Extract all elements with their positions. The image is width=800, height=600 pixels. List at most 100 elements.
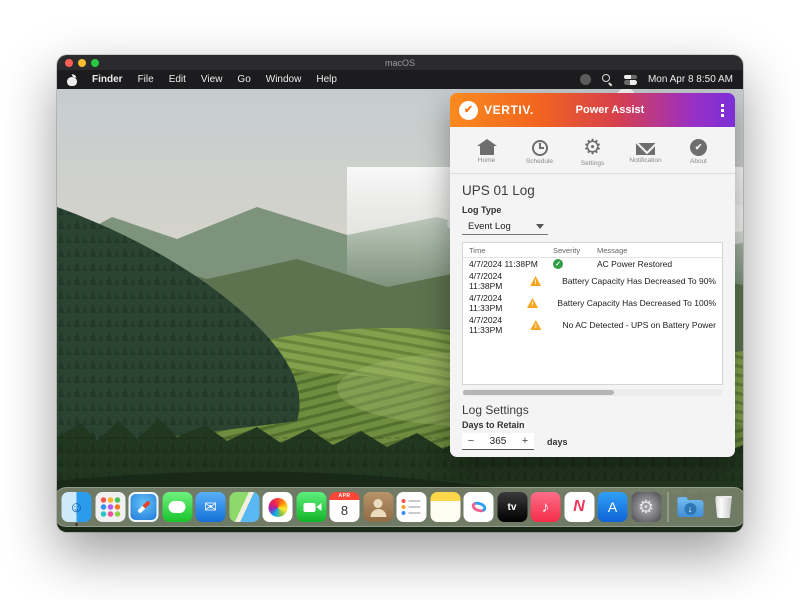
- nav-label: Home: [478, 157, 495, 164]
- menu-item[interactable]: Window: [266, 74, 302, 85]
- app-nav: Home Schedule ⚙ Settings Notifica: [450, 127, 735, 171]
- column-message: Message: [597, 246, 716, 255]
- log-message: Battery Capacity Has Decreased To 90%: [562, 276, 716, 286]
- about-vertiv-icon: [690, 139, 707, 156]
- menu-item[interactable]: Edit: [169, 74, 186, 85]
- calendar-icon[interactable]: 8 APR: [330, 492, 360, 522]
- menu-items: Finder File Edit View Go Window Help: [67, 74, 337, 86]
- column-severity: Severity: [553, 246, 597, 255]
- safari-icon[interactable]: [129, 492, 159, 522]
- log-time: 4/7/2024 11:33PM: [469, 315, 530, 335]
- vertiv-logo-icon: [459, 101, 478, 120]
- control-center-icon[interactable]: [624, 75, 637, 85]
- app-content: UPS 01 Log Log Type Event Log Time Sever…: [450, 183, 735, 450]
- table-body: 4/7/2024 11:38PM ✓ AC Power Restored 4/7…: [463, 258, 722, 336]
- increment-button[interactable]: +: [516, 434, 534, 449]
- menu-item[interactable]: View: [201, 74, 223, 85]
- notification-envelope-icon: [636, 143, 655, 155]
- macos-menu-bar: Finder File Edit View Go Window Help Mon…: [57, 70, 743, 89]
- downloads-folder-icon[interactable]: ↓: [675, 492, 705, 522]
- reminders-icon[interactable]: [397, 492, 427, 522]
- scrollbar-thumb[interactable]: [463, 390, 614, 395]
- dock-separator[interactable]: [668, 492, 669, 522]
- home-icon: [480, 146, 494, 155]
- macos-vm-window: macOS Finder File Edit View Go Window He…: [57, 55, 743, 532]
- system-settings-icon[interactable]: ⚙: [631, 492, 661, 522]
- news-icon[interactable]: N: [564, 492, 594, 522]
- menu-item[interactable]: Help: [316, 74, 337, 85]
- music-icon[interactable]: ♪: [531, 492, 561, 522]
- desktop: VERTIV. Power Assist Home Schedule: [57, 89, 743, 532]
- severity-icon: !: [530, 320, 541, 330]
- table-row: 4/7/2024 11:33PM ! No AC Detected - UPS …: [463, 314, 722, 336]
- popover-arrow: [617, 89, 635, 93]
- page-title: UPS 01 Log: [462, 183, 723, 198]
- log-time: 4/7/2024 11:38PM: [469, 271, 530, 291]
- launchpad-icon[interactable]: [95, 492, 125, 522]
- menu-item[interactable]: File: [138, 74, 154, 85]
- notes-icon[interactable]: [430, 492, 460, 522]
- schedule-clock-icon: [532, 140, 548, 156]
- nav-item[interactable]: About: [672, 130, 725, 171]
- table-row: 4/7/2024 11:33PM ! Battery Capacity Has …: [463, 292, 722, 314]
- severity-icon: ✓: [553, 259, 563, 269]
- contacts-icon[interactable]: [363, 492, 393, 522]
- log-message: No AC Detected - UPS on Battery Power: [562, 320, 716, 330]
- app-title: Power Assist: [555, 104, 665, 116]
- freeform-icon[interactable]: [464, 492, 494, 522]
- table-row: 4/7/2024 11:38PM ✓ AC Power Restored: [463, 258, 722, 270]
- days-unit-label: days: [547, 437, 568, 447]
- mail-icon[interactable]: ✉: [196, 492, 226, 522]
- window-titlebar[interactable]: macOS: [57, 55, 743, 70]
- chevron-down-icon: [536, 224, 544, 229]
- settings-gear-icon: ⚙: [583, 137, 602, 158]
- dock: ☺ ✉: [57, 487, 743, 527]
- app-store-icon[interactable]: A: [598, 492, 628, 522]
- nav-label: Notification: [629, 157, 661, 164]
- severity-icon: !: [527, 298, 538, 308]
- days-stepper-row: − 365 + days: [462, 433, 723, 450]
- severity-icon: !: [530, 276, 541, 286]
- horizontal-scrollbar: [462, 389, 723, 396]
- days-to-retain-label: Days to Retain: [462, 420, 723, 430]
- app-header: VERTIV. Power Assist: [450, 93, 735, 127]
- nav-label: About: [690, 158, 707, 165]
- menu-clock[interactable]: Mon Apr 8 8:50 AM: [648, 74, 733, 85]
- quantity-stepper: − 365 +: [462, 433, 534, 450]
- nav-label: Settings: [581, 160, 605, 167]
- log-type-dropdown[interactable]: Event Log: [462, 219, 548, 235]
- nav-item[interactable]: Notification: [619, 130, 672, 171]
- trash-icon[interactable]: [709, 492, 739, 522]
- power-assist-popover: VERTIV. Power Assist Home Schedule: [450, 93, 735, 457]
- overflow-menu-icon[interactable]: [719, 102, 726, 119]
- window-title: macOS: [57, 58, 743, 68]
- column-time: Time: [469, 246, 553, 255]
- log-message: Battery Capacity Has Decreased To 100%: [557, 298, 716, 308]
- header-divider: [450, 173, 735, 174]
- event-log-table: Time Severity Message 4/7/2024 11:38PM ✓…: [462, 242, 723, 385]
- nav-item[interactable]: ⚙ Settings: [566, 130, 619, 171]
- brand-name: VERTIV.: [484, 103, 534, 117]
- finder-icon[interactable]: ☺: [62, 492, 92, 522]
- search-icon[interactable]: [602, 74, 613, 85]
- menu-item[interactable]: Go: [237, 74, 250, 85]
- apple-logo-icon[interactable]: [67, 74, 77, 86]
- menu-status-area: Mon Apr 8 8:50 AM: [580, 74, 733, 85]
- messages-icon[interactable]: [162, 492, 192, 522]
- facetime-icon[interactable]: [296, 492, 326, 522]
- nav-item[interactable]: Home: [460, 130, 513, 171]
- nav-item[interactable]: Schedule: [513, 130, 566, 171]
- log-message: AC Power Restored: [597, 259, 716, 269]
- table-header: Time Severity Message: [463, 243, 722, 258]
- table-row: 4/7/2024 11:38PM ! Battery Capacity Has …: [463, 270, 722, 292]
- vertiv-menubar-icon[interactable]: [580, 74, 591, 85]
- log-type-value: Event Log: [462, 221, 536, 232]
- menu-item[interactable]: Finder: [92, 74, 123, 85]
- maps-icon[interactable]: [229, 492, 259, 522]
- decrement-button[interactable]: −: [462, 434, 480, 449]
- log-type-label: Log Type: [462, 205, 723, 215]
- photos-icon[interactable]: [263, 492, 293, 522]
- nav-label: Schedule: [526, 158, 553, 165]
- days-to-retain-value[interactable]: 365: [480, 436, 516, 447]
- apple-tv-icon[interactable]: tv: [497, 492, 527, 522]
